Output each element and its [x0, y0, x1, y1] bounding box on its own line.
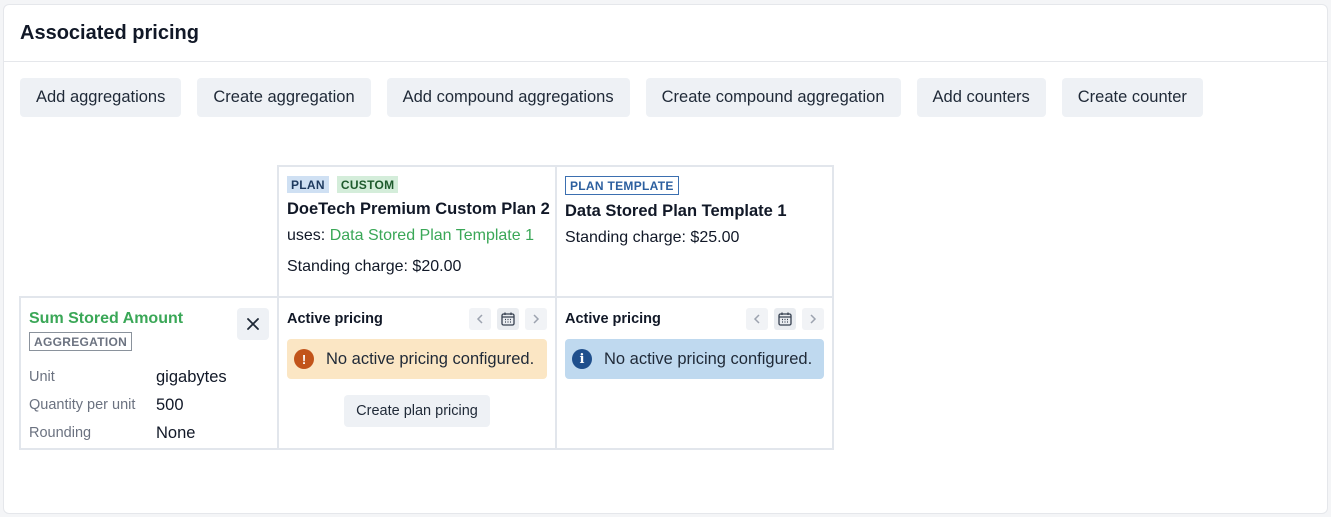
next-pricing-button[interactable]	[802, 308, 824, 330]
detail-value: 500	[156, 395, 184, 414]
aggregation-name: Sum Stored Amount	[29, 310, 184, 327]
standing-charge: Standing charge: $25.00	[565, 229, 740, 246]
section-title: Associated pricing	[20, 22, 199, 44]
chevron-left-icon	[476, 314, 483, 324]
chevron-left-icon	[753, 314, 760, 324]
plan-pricing-cell: Active pricing ! No active pricing confi…	[277, 296, 557, 450]
plan-uses: uses: Data Stored Plan Template 1	[287, 227, 547, 245]
pricing-header: Active pricing	[565, 308, 824, 330]
detail-value: gigabytes	[156, 367, 227, 386]
calendar-icon	[778, 312, 792, 326]
no-pricing-warning: ! No active pricing configured.	[287, 339, 547, 379]
calendar-icon	[501, 312, 515, 326]
plan-template-badges: PLAN TEMPLATE	[565, 176, 824, 195]
add-aggregations-button[interactable]: Add aggregations	[20, 78, 182, 117]
card-header: Associated pricing	[4, 5, 1327, 62]
create-aggregation-button[interactable]: Create aggregation	[197, 78, 371, 117]
pricing-calendar-button[interactable]	[774, 308, 796, 330]
previous-pricing-button[interactable]	[469, 308, 491, 330]
detail-row: Rounding None	[29, 419, 269, 447]
plan-column-header: PLAN CUSTOM DoeTech Premium Custom Plan …	[277, 165, 557, 298]
pricing-navigation	[469, 308, 547, 330]
add-compound-aggregations-button[interactable]: Add compound aggregations	[386, 78, 630, 117]
custom-badge: CUSTOM	[336, 176, 399, 193]
no-pricing-info: i No active pricing configured.	[565, 339, 824, 379]
chevron-right-icon	[533, 314, 540, 324]
plan-template-pricing-cell: Active pricing i No active pricing confi…	[555, 296, 834, 450]
pricing-grid: PLAN CUSTOM DoeTech Premium Custom Plan …	[19, 165, 834, 450]
detail-key: Unit	[29, 369, 55, 385]
plan-name: DoeTech Premium Custom Plan 2	[287, 200, 550, 218]
pricing-calendar-button[interactable]	[497, 308, 519, 330]
detail-row: Quantity per unit 500	[29, 391, 269, 419]
alert-text: No active pricing configured.	[326, 349, 535, 368]
active-pricing-title: Active pricing	[287, 311, 383, 327]
plan-template-link[interactable]: Data Stored Plan Template 1	[330, 227, 534, 244]
info-icon: i	[572, 349, 592, 369]
previous-pricing-button[interactable]	[746, 308, 768, 330]
pricing-header: Active pricing	[287, 308, 547, 330]
next-pricing-button[interactable]	[525, 308, 547, 330]
grid-corner	[19, 165, 279, 298]
close-icon	[247, 318, 259, 330]
standing-charge: Standing charge: $20.00	[287, 258, 462, 275]
create-plan-pricing-button[interactable]: Create plan pricing	[344, 395, 490, 427]
detail-row: Unit gigabytes	[29, 363, 269, 391]
plan-template-name: Data Stored Plan Template 1	[565, 202, 787, 220]
aggregation-badge: AGGREGATION	[29, 332, 133, 351]
detail-value: None	[156, 423, 196, 442]
plan-template-column-header: PLAN TEMPLATE Data Stored Plan Template …	[555, 165, 834, 298]
create-counter-button[interactable]: Create counter	[1061, 78, 1203, 117]
toolbar: Add aggregations Create aggregation Add …	[20, 78, 1203, 117]
uses-label: uses:	[287, 227, 326, 244]
chevron-right-icon	[810, 314, 817, 324]
plan-badge: PLAN	[287, 176, 329, 193]
pricing-navigation	[746, 308, 824, 330]
plan-badges: PLAN CUSTOM	[287, 176, 547, 193]
aggregation-details: Unit gigabytes Quantity per unit 500 Rou…	[29, 363, 269, 447]
detail-key: Quantity per unit	[29, 397, 136, 413]
aggregation-row-header: Sum Stored Amount AGGREGATION Unit gigab…	[19, 296, 279, 450]
detail-key: Rounding	[29, 425, 92, 441]
alert-text: No active pricing configured.	[604, 349, 813, 368]
create-compound-aggregation-button[interactable]: Create compound aggregation	[645, 78, 901, 117]
active-pricing-title: Active pricing	[565, 311, 661, 327]
warning-icon: !	[294, 349, 314, 369]
remove-aggregation-button[interactable]	[237, 308, 269, 340]
add-counters-button[interactable]: Add counters	[916, 78, 1046, 117]
plan-template-badge: PLAN TEMPLATE	[565, 176, 679, 195]
associated-pricing-card: Associated pricing Add aggregations Crea…	[3, 4, 1328, 514]
